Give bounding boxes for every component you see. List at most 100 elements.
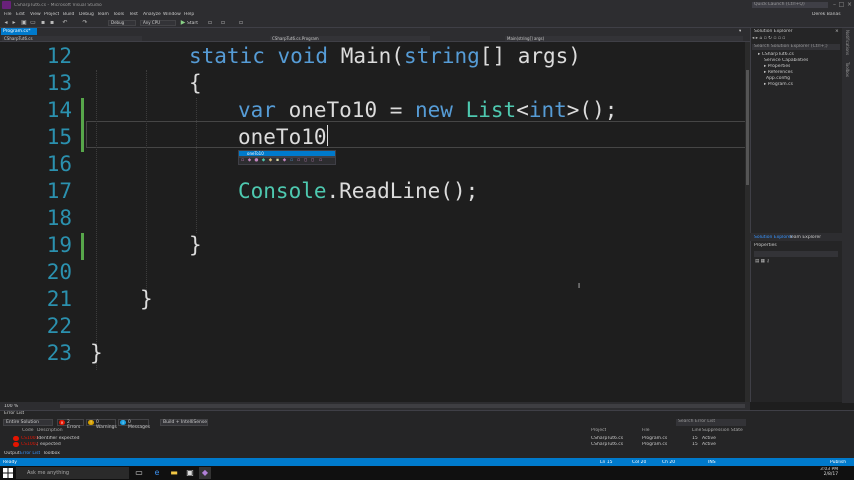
horizontal-scrollbar[interactable] xyxy=(60,404,745,408)
error-project[interactable]: CSharpTut6.cs xyxy=(591,436,623,441)
save-all-icon[interactable]: ▪ xyxy=(49,20,55,26)
menu-build[interactable]: Build xyxy=(63,12,74,17)
col-header-file[interactable]: File xyxy=(642,428,650,433)
platform-select[interactable]: Any CPU xyxy=(140,20,176,26)
member-dropdown[interactable]: Main(string[] args) xyxy=(505,36,743,41)
tab-solution-explorer[interactable]: Solution Explorer xyxy=(754,235,793,240)
tree-item-appconfig[interactable]: App.config xyxy=(766,76,790,81)
side-tab-toolbox[interactable]: Toolbox xyxy=(845,62,850,77)
menu-file[interactable]: File xyxy=(4,12,12,17)
filter-icon[interactable]: ◆ xyxy=(282,158,287,163)
col-header-code[interactable]: Code xyxy=(22,428,34,433)
project-dropdown[interactable]: CSharpTut6.cs xyxy=(2,36,142,41)
publish-button[interactable]: Publish xyxy=(830,460,846,465)
toolbar-tool-icon[interactable]: ▫ xyxy=(207,20,213,26)
properties-object-select[interactable] xyxy=(754,251,838,257)
error-file[interactable]: Program.cs xyxy=(642,442,667,447)
filter-icon[interactable]: ▫ xyxy=(289,158,294,163)
visual-studio-taskbar-icon[interactable]: ◆ xyxy=(199,467,211,479)
scope-select[interactable]: Entire Solution xyxy=(3,419,53,426)
tree-item-project[interactable]: ▸ CSharpTut6.cs xyxy=(758,52,794,57)
edge-icon[interactable]: e xyxy=(151,467,163,479)
tab-error-list[interactable]: Error List xyxy=(20,451,40,456)
toolbar-tool-icon[interactable]: ▫ xyxy=(238,20,244,26)
build-filter-select[interactable]: Build + IntelliSense xyxy=(160,419,208,426)
forward-icon[interactable]: ▸ xyxy=(11,20,17,26)
tab-output[interactable]: Output xyxy=(4,451,20,456)
filter-icon[interactable]: ● xyxy=(254,158,259,163)
store-icon[interactable]: ▣ xyxy=(184,467,196,479)
tree-item-properties[interactable]: ▸ Properties xyxy=(764,64,790,69)
open-file-icon[interactable]: ▭ xyxy=(30,20,36,26)
col-header-line[interactable]: Line xyxy=(692,428,701,433)
menu-edit[interactable]: Edit xyxy=(16,12,25,17)
error-line[interactable]: 15 xyxy=(692,442,698,447)
col-header-project[interactable]: Project xyxy=(591,428,606,433)
taskbar-search-input[interactable]: Ask me anything xyxy=(16,467,129,479)
filter-icon[interactable]: ▫ xyxy=(318,158,323,163)
zoom-level[interactable]: 100 % xyxy=(4,404,18,409)
error-description[interactable]: ; expected xyxy=(37,442,61,447)
filter-icon[interactable]: ▯ xyxy=(303,158,308,163)
config-select[interactable]: Debug xyxy=(108,20,136,26)
pin-icon[interactable]: × xyxy=(835,29,839,34)
menu-view[interactable]: View xyxy=(30,12,41,17)
tree-item-references[interactable]: ▸ References xyxy=(764,70,793,75)
back-icon[interactable]: ◂ xyxy=(3,20,9,26)
menu-debug[interactable]: Debug xyxy=(79,12,94,17)
intellisense-item[interactable]: oneTo10 xyxy=(239,151,335,156)
undo-icon[interactable]: ↶ xyxy=(62,20,68,26)
filter-icon[interactable]: ▫ xyxy=(240,158,245,163)
new-project-icon[interactable]: ▣ xyxy=(21,20,27,26)
toolbar-tool-icon[interactable]: ▫ xyxy=(220,20,226,26)
properties-toolbar[interactable]: ▤ ▦ ⚷ xyxy=(755,259,770,264)
error-search-input[interactable]: Search Error List xyxy=(676,419,746,426)
menu-analyze[interactable]: Analyze xyxy=(143,12,161,17)
error-suppression[interactable]: Active xyxy=(702,436,716,441)
quick-launch-input[interactable]: Quick Launch (Ctrl+Q) xyxy=(752,2,828,8)
user-name[interactable]: Derek Banas xyxy=(812,12,841,17)
side-tab-notifications[interactable]: Notifications xyxy=(845,30,850,55)
error-line[interactable]: 15 xyxy=(692,436,698,441)
minimize-icon[interactable]: – xyxy=(831,1,838,8)
menu-project[interactable]: Project xyxy=(44,12,59,17)
redo-icon[interactable]: ↷ xyxy=(82,20,88,26)
tab-dropdown-icon[interactable]: ▾ xyxy=(739,29,741,34)
close-icon[interactable]: × xyxy=(846,1,853,8)
menu-help[interactable]: Help xyxy=(184,12,194,17)
solution-explorer-toolbar[interactable]: ◂ ▸ ⌂ ▫ ↻ ▫ ▫ ▫ xyxy=(752,36,840,43)
errors-filter-button[interactable]: × 2 Errors xyxy=(57,419,84,430)
tree-item-service[interactable]: Service Capabilities xyxy=(764,58,808,63)
col-header-suppression[interactable]: Suppression State xyxy=(702,428,743,433)
warnings-filter-button[interactable]: ! 0 Warnings xyxy=(86,419,117,430)
error-description[interactable]: Identifier expected xyxy=(37,436,80,441)
solution-search-input[interactable]: Search Solution Explorer (Ctrl+;) xyxy=(752,44,840,50)
filter-icon[interactable]: ◆ xyxy=(247,158,252,163)
filter-icon[interactable]: ▯ xyxy=(310,158,315,163)
class-dropdown[interactable]: CSharpTut6.cs.Program xyxy=(270,36,430,41)
menu-window[interactable]: Window xyxy=(163,12,181,17)
filter-icon[interactable]: ◆ xyxy=(261,158,266,163)
error-code[interactable]: CS1002 xyxy=(21,442,38,447)
scrollbar-thumb[interactable] xyxy=(746,70,749,185)
menu-tools[interactable]: Tools xyxy=(113,12,124,17)
col-header-description[interactable]: Description xyxy=(37,428,63,433)
error-project[interactable]: CSharpTut6.cs xyxy=(591,442,623,447)
start-button[interactable]: Start xyxy=(187,21,198,26)
tree-item-program[interactable]: ▸ Program.cs xyxy=(764,82,793,87)
tab-team-explorer[interactable]: Team Explorer xyxy=(789,235,821,240)
tab-program-cs[interactable]: Program.cs* xyxy=(1,28,37,35)
messages-filter-button[interactable]: i0 Messages xyxy=(118,419,150,430)
save-icon[interactable]: ▪ xyxy=(40,20,46,26)
start-icon[interactable]: ▶ xyxy=(180,20,186,26)
maximize-icon[interactable]: □ xyxy=(838,1,845,8)
error-code[interactable]: CS1001 xyxy=(21,436,38,441)
error-file[interactable]: Program.cs xyxy=(642,436,667,441)
filter-icon[interactable]: ▪ xyxy=(275,158,280,163)
menu-team[interactable]: Team xyxy=(97,12,109,17)
tab-toolbox[interactable]: Toolbox xyxy=(43,451,60,456)
task-view-icon[interactable]: ▭ xyxy=(133,467,145,479)
windows-start-icon[interactable] xyxy=(3,468,13,478)
menu-test[interactable]: Test xyxy=(129,12,138,17)
code-editor[interactable] xyxy=(0,42,750,402)
